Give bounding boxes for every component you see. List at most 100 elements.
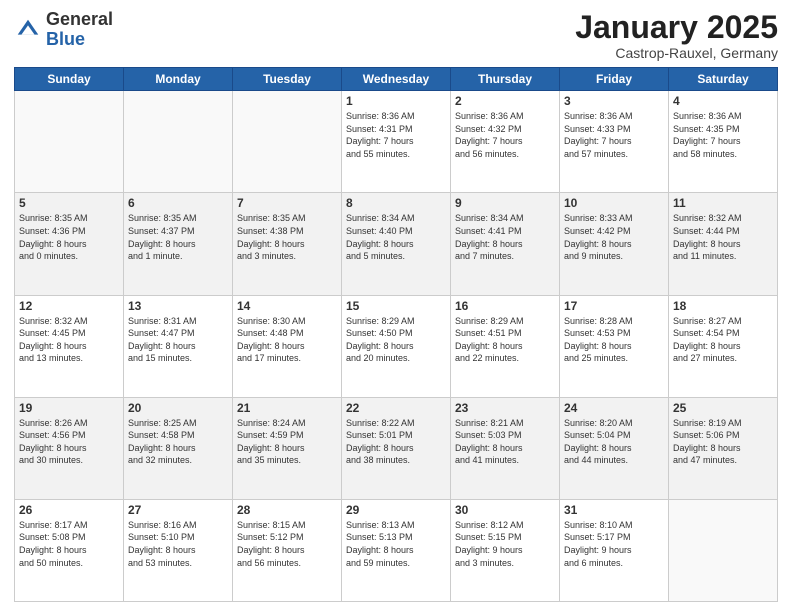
day-number: 24	[564, 401, 664, 415]
calendar-cell: 13Sunrise: 8:31 AM Sunset: 4:47 PM Dayli…	[124, 295, 233, 397]
logo-blue: Blue	[46, 29, 85, 49]
day-number: 13	[128, 299, 228, 313]
day-number: 26	[19, 503, 119, 517]
calendar-cell: 20Sunrise: 8:25 AM Sunset: 4:58 PM Dayli…	[124, 397, 233, 499]
logo-icon	[14, 16, 42, 44]
day-number: 3	[564, 94, 664, 108]
calendar-week-row: 26 Sunrise: 8:17 AM Sunset: 5:08 PM Dayli…	[15, 499, 778, 601]
day-number: 8	[346, 196, 446, 210]
day-number: 30	[455, 503, 555, 517]
calendar-header-saturday: Saturday	[669, 68, 778, 91]
day-number: 10	[564, 196, 664, 210]
calendar-cell: 12 Sunrise: 8:32 AM Sunset: 4:45 PM Dayli…	[15, 295, 124, 397]
day-info: Sunrise: 8:34 AM Sunset: 4:41 PM Dayligh…	[455, 212, 555, 262]
day-number: 17	[564, 299, 664, 313]
calendar-header-tuesday: Tuesday	[233, 68, 342, 91]
day-number: 25	[673, 401, 773, 415]
calendar-cell: 4 Sunrise: 8:36 AM Sunset: 4:35 PM Daylig…	[669, 91, 778, 193]
calendar-cell: 15 Sunrise: 8:29 AM Sunset: 4:50 PM Dayli…	[342, 295, 451, 397]
calendar-week-row: 12 Sunrise: 8:32 AM Sunset: 4:45 PM Dayli…	[15, 295, 778, 397]
day-info: Sunrise: 8:30 AM Sunset: 4:48 PM Dayligh…	[237, 315, 337, 365]
day-info: Sunrise: 8:35 AM Sunset: 4:37 PM Dayligh…	[128, 212, 228, 262]
calendar-cell: 24 Sunrise: 8:20 AM Sunset: 5:04 PM Dayli…	[560, 397, 669, 499]
day-info: Sunrise: 8:16 AM Sunset: 5:10 PM Dayligh…	[128, 519, 228, 569]
calendar-header-monday: Monday	[124, 68, 233, 91]
calendar-cell	[15, 91, 124, 193]
day-info: Sunrise: 8:29 AM Sunset: 4:50 PM Dayligh…	[346, 315, 446, 365]
day-info: Sunrise: 8:10 AM Sunset: 5:17 PM Dayligh…	[564, 519, 664, 569]
day-info: Sunrise: 8:32 AM Sunset: 4:44 PM Dayligh…	[673, 212, 773, 262]
day-number: 9	[455, 196, 555, 210]
day-info: Sunrise: 8:21 AM Sunset: 5:03 PM Dayligh…	[455, 417, 555, 467]
day-info: Sunrise: 8:35 AM Sunset: 4:36 PM Dayligh…	[19, 212, 119, 262]
day-number: 19	[19, 401, 119, 415]
calendar-cell: 31Sunrise: 8:10 AM Sunset: 5:17 PM Dayli…	[560, 499, 669, 601]
day-info: Sunrise: 8:35 AM Sunset: 4:38 PM Dayligh…	[237, 212, 337, 262]
day-info: Sunrise: 8:32 AM Sunset: 4:45 PM Dayligh…	[19, 315, 119, 365]
calendar-cell: 23Sunrise: 8:21 AM Sunset: 5:03 PM Dayli…	[451, 397, 560, 499]
calendar-cell: 16 Sunrise: 8:29 AM Sunset: 4:51 PM Dayli…	[451, 295, 560, 397]
calendar-header-friday: Friday	[560, 68, 669, 91]
calendar-cell: 8 Sunrise: 8:34 AM Sunset: 4:40 PM Daylig…	[342, 193, 451, 295]
calendar-cell: 27 Sunrise: 8:16 AM Sunset: 5:10 PM Dayli…	[124, 499, 233, 601]
day-info: Sunrise: 8:26 AM Sunset: 4:56 PM Dayligh…	[19, 417, 119, 467]
day-number: 18	[673, 299, 773, 313]
day-number: 14	[237, 299, 337, 313]
calendar-cell: 10 Sunrise: 8:33 AM Sunset: 4:42 PM Dayli…	[560, 193, 669, 295]
day-number: 2	[455, 94, 555, 108]
title-block: January 2025 Castrop-Rauxel, Germany	[575, 10, 778, 61]
day-info: Sunrise: 8:36 AM Sunset: 4:32 PM Dayligh…	[455, 110, 555, 160]
day-info: Sunrise: 8:20 AM Sunset: 5:04 PM Dayligh…	[564, 417, 664, 467]
calendar-cell: 19 Sunrise: 8:26 AM Sunset: 4:56 PM Dayli…	[15, 397, 124, 499]
day-info: Sunrise: 8:28 AM Sunset: 4:53 PM Dayligh…	[564, 315, 664, 365]
day-info: Sunrise: 8:29 AM Sunset: 4:51 PM Dayligh…	[455, 315, 555, 365]
day-info: Sunrise: 8:27 AM Sunset: 4:54 PM Dayligh…	[673, 315, 773, 365]
calendar-cell: 28 Sunrise: 8:15 AM Sunset: 5:12 PM Dayli…	[233, 499, 342, 601]
day-number: 15	[346, 299, 446, 313]
day-info: Sunrise: 8:24 AM Sunset: 4:59 PM Dayligh…	[237, 417, 337, 467]
day-info: Sunrise: 8:17 AM Sunset: 5:08 PM Dayligh…	[19, 519, 119, 569]
day-info: Sunrise: 8:15 AM Sunset: 5:12 PM Dayligh…	[237, 519, 337, 569]
calendar-cell: 18 Sunrise: 8:27 AM Sunset: 4:54 PM Dayli…	[669, 295, 778, 397]
calendar-cell: 2 Sunrise: 8:36 AM Sunset: 4:32 PM Daylig…	[451, 91, 560, 193]
calendar-cell	[124, 91, 233, 193]
logo-general: General	[46, 9, 113, 29]
calendar-header-row: SundayMondayTuesdayWednesdayThursdayFrid…	[15, 68, 778, 91]
calendar-cell: 9 Sunrise: 8:34 AM Sunset: 4:41 PM Daylig…	[451, 193, 560, 295]
calendar-cell: 17 Sunrise: 8:28 AM Sunset: 4:53 PM Dayli…	[560, 295, 669, 397]
day-number: 6	[128, 196, 228, 210]
calendar-cell: 30Sunrise: 8:12 AM Sunset: 5:15 PM Dayli…	[451, 499, 560, 601]
calendar-cell: 3 Sunrise: 8:36 AM Sunset: 4:33 PM Daylig…	[560, 91, 669, 193]
calendar-cell: 5Sunrise: 8:35 AM Sunset: 4:36 PM Daylig…	[15, 193, 124, 295]
day-info: Sunrise: 8:13 AM Sunset: 5:13 PM Dayligh…	[346, 519, 446, 569]
header: General Blue January 2025 Castrop-Rauxel…	[14, 10, 778, 61]
day-number: 1	[346, 94, 446, 108]
calendar-cell: 7 Sunrise: 8:35 AM Sunset: 4:38 PM Daylig…	[233, 193, 342, 295]
day-info: Sunrise: 8:36 AM Sunset: 4:33 PM Dayligh…	[564, 110, 664, 160]
calendar-cell: 22Sunrise: 8:22 AM Sunset: 5:01 PM Dayli…	[342, 397, 451, 499]
day-number: 28	[237, 503, 337, 517]
day-number: 16	[455, 299, 555, 313]
day-number: 7	[237, 196, 337, 210]
day-info: Sunrise: 8:25 AM Sunset: 4:58 PM Dayligh…	[128, 417, 228, 467]
day-info: Sunrise: 8:22 AM Sunset: 5:01 PM Dayligh…	[346, 417, 446, 467]
day-number: 4	[673, 94, 773, 108]
location: Castrop-Rauxel, Germany	[575, 45, 778, 61]
day-number: 27	[128, 503, 228, 517]
calendar-cell: 29Sunrise: 8:13 AM Sunset: 5:13 PM Dayli…	[342, 499, 451, 601]
calendar-cell	[233, 91, 342, 193]
calendar-cell: 25Sunrise: 8:19 AM Sunset: 5:06 PM Dayli…	[669, 397, 778, 499]
day-number: 12	[19, 299, 119, 313]
calendar-cell: 11Sunrise: 8:32 AM Sunset: 4:44 PM Dayli…	[669, 193, 778, 295]
day-info: Sunrise: 8:33 AM Sunset: 4:42 PM Dayligh…	[564, 212, 664, 262]
day-number: 21	[237, 401, 337, 415]
day-info: Sunrise: 8:36 AM Sunset: 4:31 PM Dayligh…	[346, 110, 446, 160]
calendar-header-sunday: Sunday	[15, 68, 124, 91]
day-info: Sunrise: 8:36 AM Sunset: 4:35 PM Dayligh…	[673, 110, 773, 160]
calendar-week-row: 1 Sunrise: 8:36 AM Sunset: 4:31 PM Daylig…	[15, 91, 778, 193]
day-info: Sunrise: 8:34 AM Sunset: 4:40 PM Dayligh…	[346, 212, 446, 262]
logo-text: General Blue	[46, 10, 113, 50]
calendar-header-thursday: Thursday	[451, 68, 560, 91]
calendar-header-wednesday: Wednesday	[342, 68, 451, 91]
calendar-week-row: 19 Sunrise: 8:26 AM Sunset: 4:56 PM Dayli…	[15, 397, 778, 499]
